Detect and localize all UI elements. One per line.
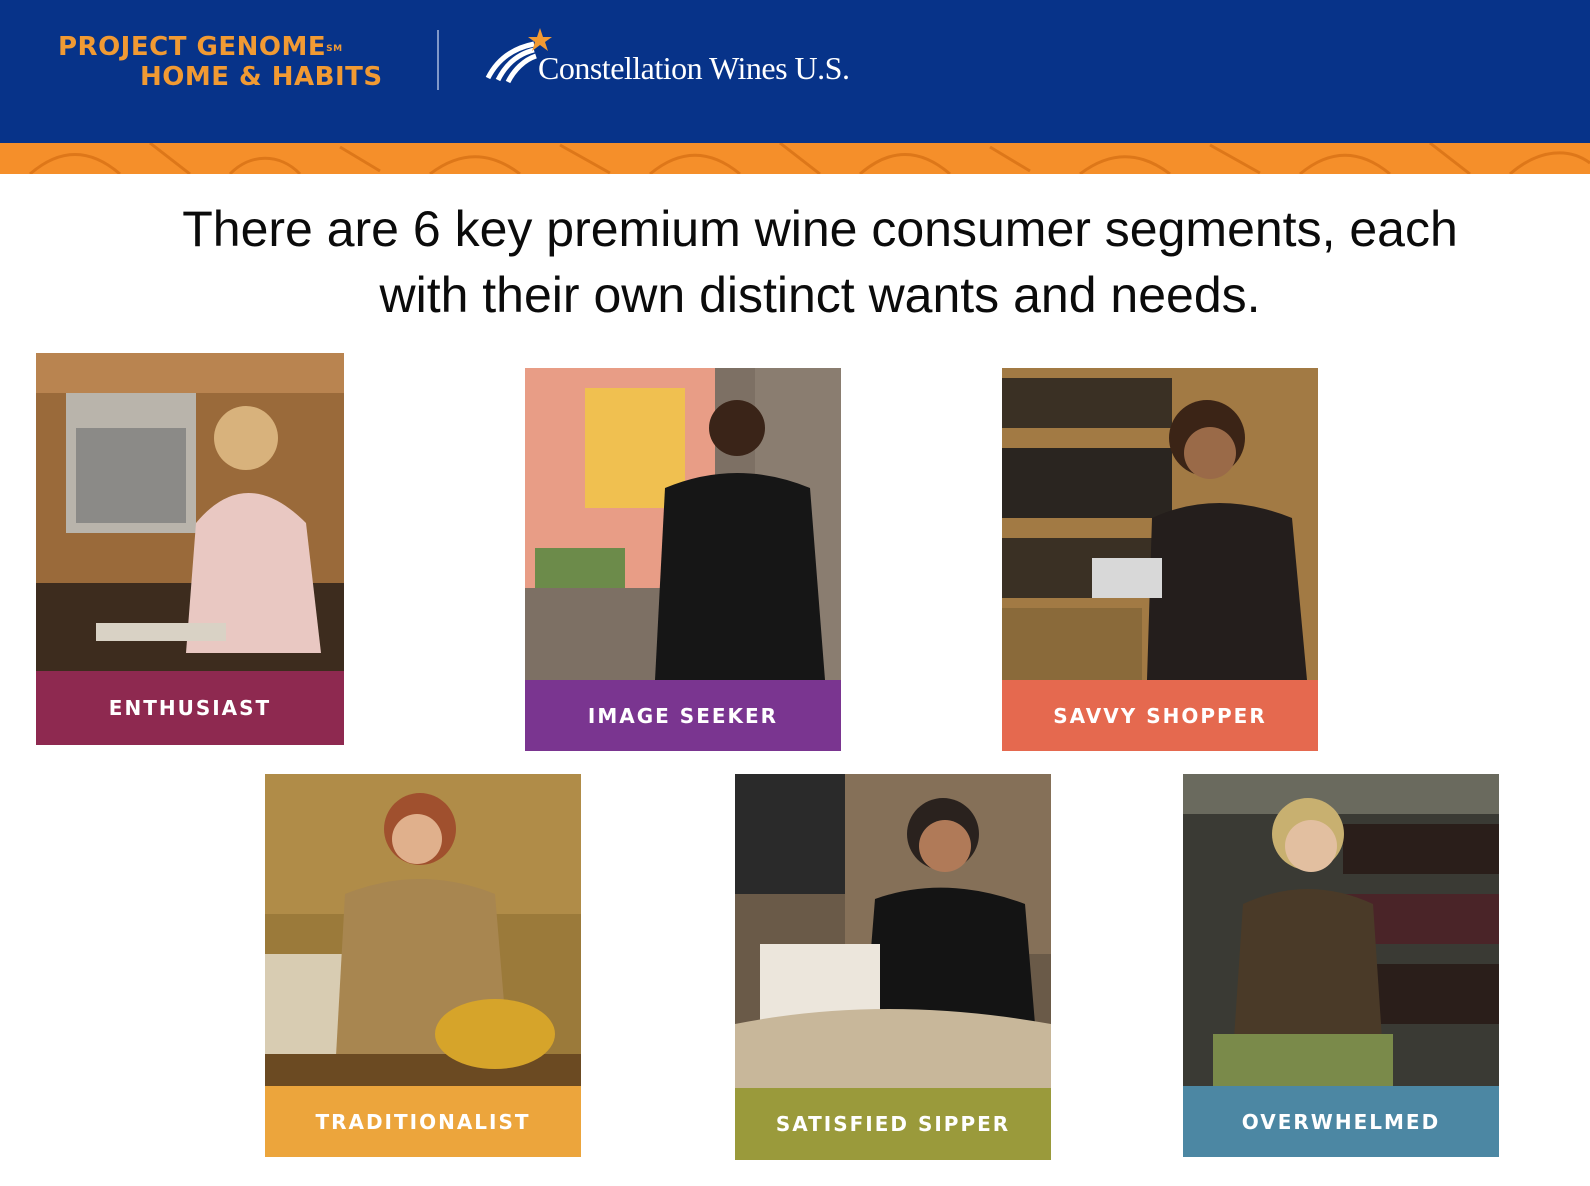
segment-label: ENTHUSIAST	[36, 671, 344, 745]
segment-card-traditionalist: TRADITIONALIST	[265, 774, 581, 1157]
image-seeker-photo	[525, 368, 841, 680]
segment-label: SAVVY SHOPPER	[1002, 680, 1318, 751]
traditionalist-photo	[265, 774, 581, 1086]
segment-card-satisfied-sipper: SATISFIED SIPPER	[735, 774, 1051, 1160]
project-genome-logo: PROJECT GENOMESM HOME & HABITS	[58, 32, 383, 92]
segment-label: SATISFIED SIPPER	[735, 1088, 1051, 1160]
company-name: Constellation Wines U.S.	[538, 50, 850, 86]
satisfied-sipper-photo	[735, 774, 1051, 1088]
segment-label: IMAGE SEEKER	[525, 680, 841, 751]
segment-card-enthusiast: ENTHUSIAST	[36, 353, 344, 745]
enthusiast-photo	[36, 353, 344, 671]
savvy-shopper-photo	[1002, 368, 1318, 680]
overwhelmed-photo	[1183, 774, 1499, 1086]
segment-card-savvy-shopper: SAVVY SHOPPER	[1002, 368, 1318, 751]
decorative-band	[0, 143, 1590, 174]
segment-card-overwhelmed: OVERWHELMED	[1183, 774, 1499, 1157]
page-title: There are 6 key premium wine consumer se…	[182, 201, 1458, 323]
segment-label: OVERWHELMED	[1183, 1086, 1499, 1157]
header-divider	[437, 30, 439, 90]
header-bar: PROJECT GENOMESM HOME & HABITS Constella…	[0, 0, 1590, 143]
segment-card-image-seeker: IMAGE SEEKER	[525, 368, 841, 751]
segment-label: TRADITIONALIST	[265, 1086, 581, 1157]
